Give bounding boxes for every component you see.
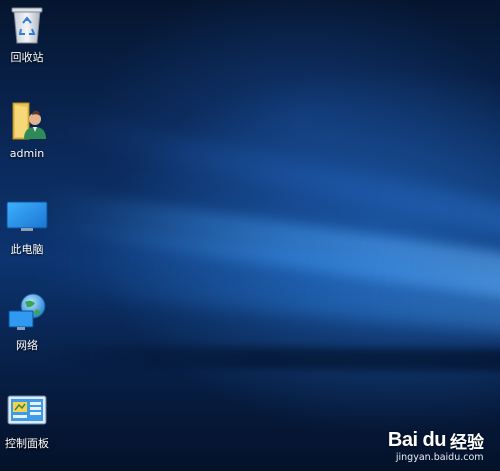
wallpaper-light-beam: [37, 232, 500, 341]
user-folder-icon: [5, 98, 49, 142]
network-globe-icon: [5, 290, 49, 334]
control-panel-icon: [5, 388, 49, 432]
desktop-icon-control-panel[interactable]: 控制面板: [0, 388, 54, 451]
desktop-icon-network[interactable]: 网络: [0, 290, 54, 353]
watermark-url: jingyan.baidu.com: [395, 452, 484, 463]
monitor-icon: [5, 194, 49, 238]
watermark-brand: 经验: [450, 433, 484, 453]
wallpaper-light-beam: [36, 105, 500, 252]
watermark-logo: Bai du: [387, 429, 447, 451]
desktop-icon-this-pc[interactable]: 此电脑: [0, 194, 54, 257]
desktop-icon-label: 此电脑: [10, 243, 44, 256]
desktop-icon-label: 控制面板: [5, 437, 49, 450]
wallpaper-shadow-band: [39, 345, 500, 372]
wallpaper-light-beam: [36, 188, 500, 310]
desktop-icon-label: 回收站: [10, 51, 44, 64]
desktop-icon-recycle-bin[interactable]: 回收站: [0, 2, 54, 65]
desktop[interactable]: 回收站 admin 此电脑 网络 控制面板 Bai du 经验 jingyan.…: [0, 0, 500, 471]
desktop-icon-user-folder[interactable]: admin: [0, 98, 54, 161]
desktop-icon-label: 网络: [16, 339, 38, 352]
desktop-icon-label: admin: [9, 147, 45, 160]
baidu-jingyan-watermark: Bai du 经验 jingyan.baidu.com: [388, 428, 484, 463]
recycle-bin-icon: [5, 2, 49, 46]
